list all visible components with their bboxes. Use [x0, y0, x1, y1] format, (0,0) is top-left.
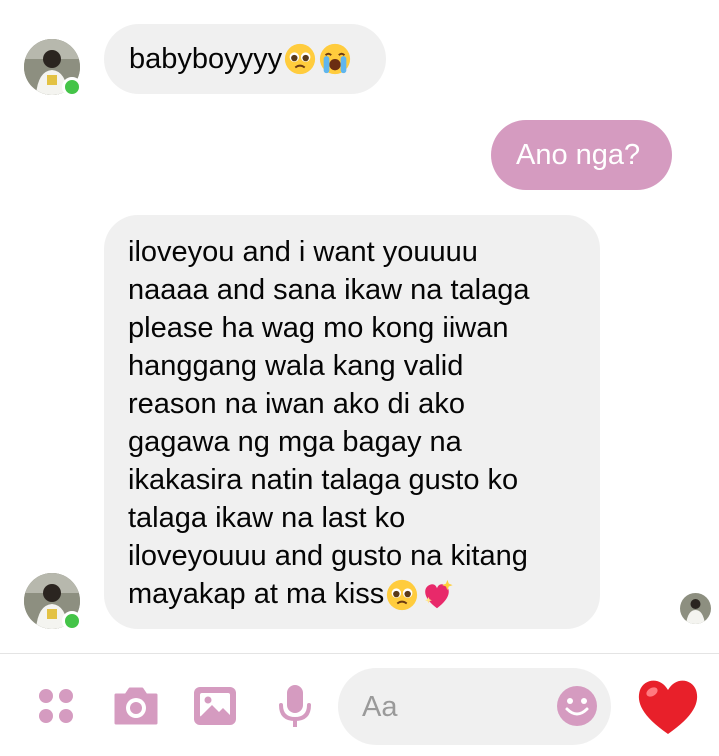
message-line: talaga ikaw na last ko: [128, 502, 406, 534]
contact-avatar[interactable]: [24, 39, 82, 97]
read-receipt-avatar: [680, 593, 711, 624]
message-line: iloveyouuu and gusto na kitang: [128, 540, 528, 572]
message-line: ikakasira natin talaga gusto ko: [128, 464, 519, 496]
heart-icon[interactable]: [634, 674, 702, 738]
message-line: naaaa and sana ikaw na talaga: [128, 274, 530, 306]
pleading-face-emoji: [283, 42, 317, 76]
pleading-face-emoji: [385, 578, 419, 612]
outgoing-message-bubble[interactable]: Ano nga?: [491, 120, 672, 190]
message-line-text: mayakap at ma kiss: [128, 578, 385, 610]
message-line: gagawa ng mga bagay na: [128, 426, 462, 458]
message-line: iloveyou and i want youuuu: [128, 236, 478, 268]
message-line: please ha wag mo kong iiwan: [128, 312, 509, 344]
contact-avatar[interactable]: [24, 573, 82, 631]
emoji-icon[interactable]: [555, 684, 599, 728]
camera-icon[interactable]: [113, 686, 159, 726]
loudly-crying-face-emoji: [318, 42, 352, 76]
online-status-indicator: [62, 77, 82, 97]
composer-divider: [0, 653, 719, 654]
message-line: reason na iwan ako di ako: [128, 388, 465, 420]
gallery-icon[interactable]: [192, 685, 238, 727]
microphone-icon[interactable]: [277, 683, 313, 729]
message-composer[interactable]: [338, 668, 611, 745]
online-status-indicator: [62, 611, 82, 631]
menu-dots-icon[interactable]: [37, 687, 75, 725]
message-text: babyboyyyy: [129, 43, 283, 75]
message-line-last: mayakap at ma kiss: [128, 575, 576, 613]
message-input[interactable]: [360, 686, 554, 728]
incoming-message-bubble[interactable]: babyboyyyy: [104, 24, 386, 94]
sparkling-heart-emoji: [420, 578, 454, 612]
message-text: Ano nga?: [516, 139, 641, 171]
incoming-message-bubble[interactable]: iloveyou and i want youuuu naaaa and san…: [104, 215, 600, 629]
message-line: hanggang wala kang valid: [128, 350, 464, 382]
